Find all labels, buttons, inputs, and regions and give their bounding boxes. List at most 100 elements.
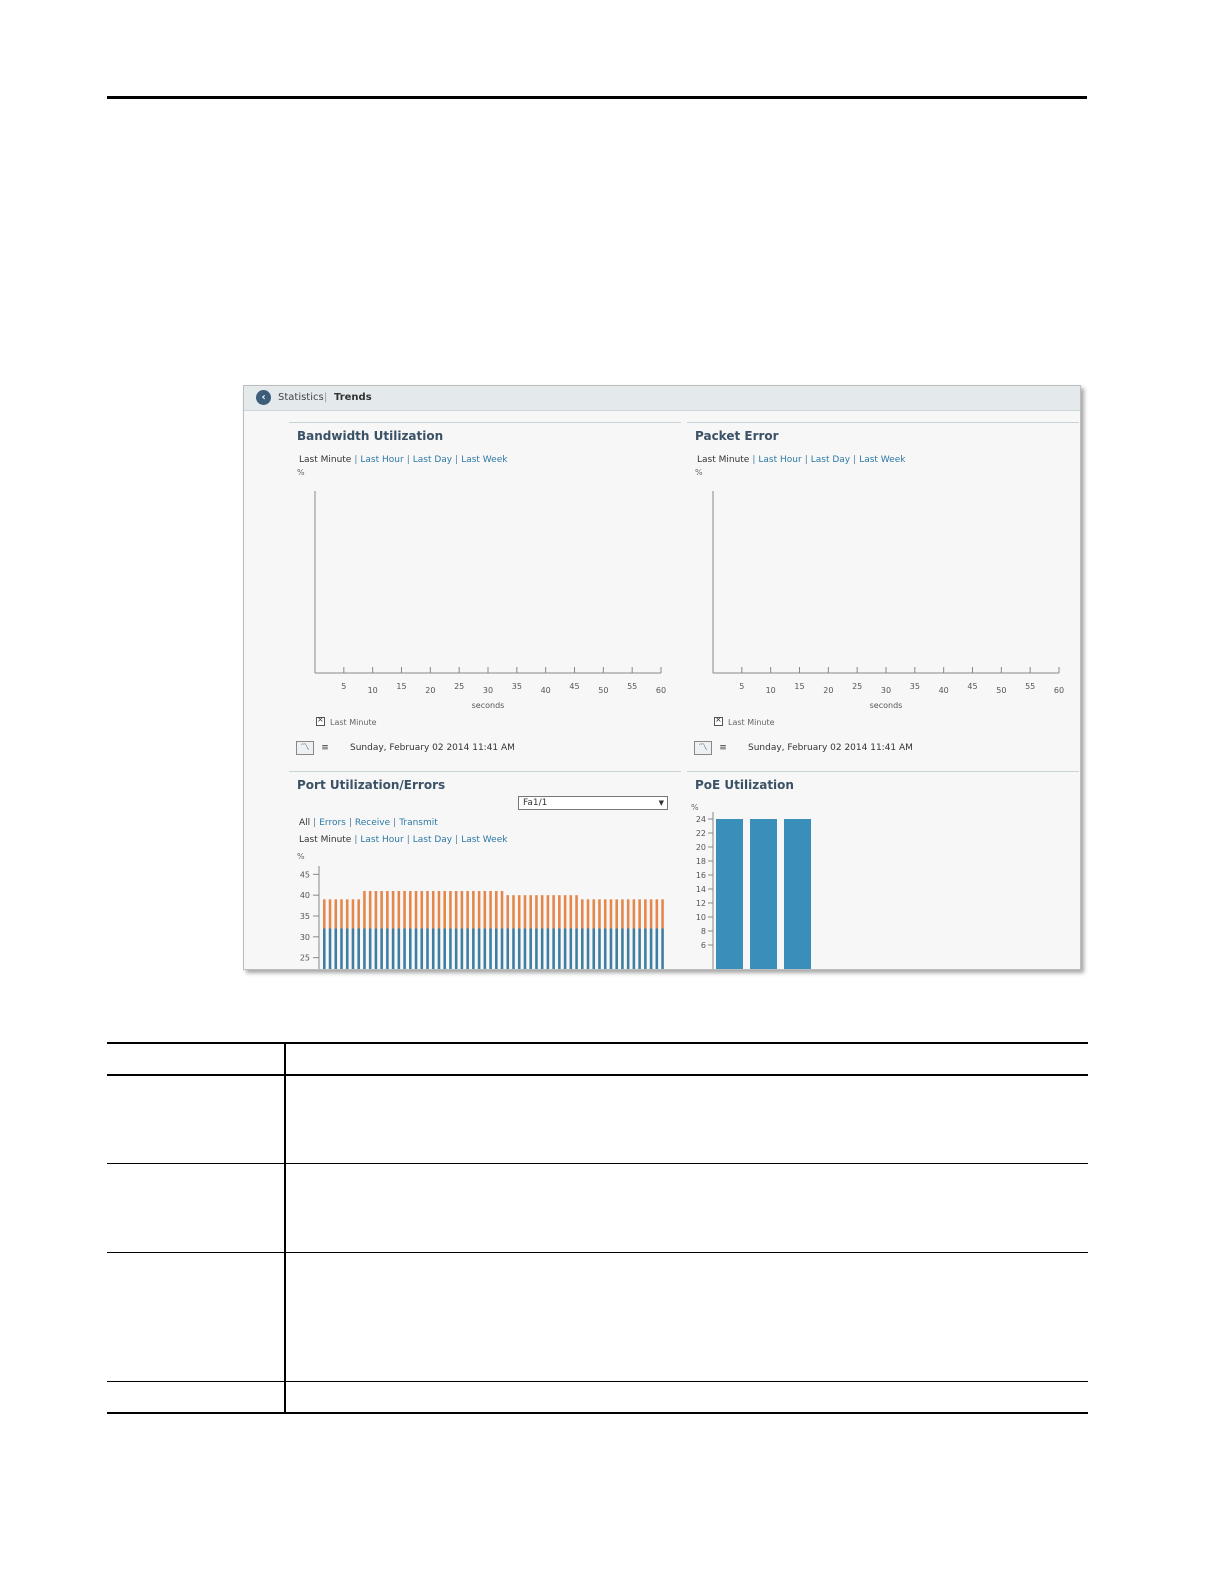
range-last-day[interactable]: Last Day — [413, 455, 452, 465]
timestamp: Sunday, February 02 2014 11:41 AM — [748, 743, 913, 753]
bar-top — [437, 891, 441, 929]
x-tick-label: 45 — [967, 682, 977, 691]
range-last-minute[interactable]: Last Minute — [299, 455, 351, 465]
bar-top — [323, 899, 326, 929]
bar-top — [345, 899, 349, 929]
bandwidth-chart: 5 10 15 20 25 30 35 40 45 50 55 60 seconds — [314, 491, 666, 710]
bar-base — [529, 928, 532, 969]
packet-error-chart: 5 10 15 20 25 30 35 40 45 50 55 60 seconds — [712, 491, 1064, 710]
bar-top — [409, 891, 412, 929]
bar-base — [483, 928, 487, 969]
list-view-icon[interactable]: ≡ — [316, 741, 334, 755]
y-tick-label: 16 — [696, 871, 706, 880]
bar-top — [598, 899, 601, 929]
bar-top — [460, 891, 464, 929]
y-tick-label: 30 — [300, 933, 310, 942]
table-bottom-rule — [107, 1412, 1088, 1414]
range-last-hour[interactable]: Last Hour — [360, 835, 403, 845]
bar-top — [357, 899, 360, 929]
bar-base — [575, 928, 578, 969]
bar-base — [368, 928, 372, 969]
x-tick-label: 25 — [852, 682, 862, 691]
panel-title: Bandwidth Utilization — [297, 429, 444, 443]
breadcrumb: ‹ Statistics | Trends — [244, 386, 1080, 411]
bar-top — [603, 899, 607, 929]
bar-base — [363, 928, 366, 969]
x-axis-label: seconds — [472, 701, 505, 710]
bar-top — [431, 891, 435, 929]
x-axis-label: seconds — [870, 701, 903, 710]
bar-base — [477, 928, 481, 969]
line-chart-icon[interactable]: 〽 — [296, 741, 314, 755]
legend-checkbox-icon[interactable] — [316, 715, 325, 726]
range-last-week[interactable]: Last Week — [859, 455, 905, 465]
bar-top — [368, 891, 372, 929]
breadcrumb-statistics[interactable]: Statistics — [278, 386, 324, 410]
bar-base — [460, 928, 464, 969]
y-tick-label: 6 — [701, 941, 706, 950]
chart-legend[interactable]: Last Minute — [316, 715, 377, 727]
bar-base — [569, 928, 573, 969]
bar-base — [523, 928, 527, 969]
port-select[interactable]: Fa1/1 ▼ — [518, 796, 668, 810]
bar-base — [517, 928, 521, 969]
bar-top — [466, 891, 469, 929]
chart-legend[interactable]: Last Minute — [714, 715, 775, 727]
dropdown-arrow-icon: ▼ — [658, 799, 664, 807]
bar-top — [552, 895, 555, 929]
y-tick-label: 45 — [300, 870, 310, 879]
filter-receive[interactable]: Receive — [355, 818, 390, 828]
x-tick-label: 50 — [598, 686, 608, 695]
bar-base — [495, 928, 498, 969]
x-tick-label: 45 — [569, 682, 579, 691]
legend-checkbox-icon[interactable] — [714, 715, 723, 726]
y-tick-label: 35 — [300, 912, 310, 921]
time-range-links: Last Minute | Last Hour | Last Day | Last Week — [299, 455, 508, 465]
range-last-day[interactable]: Last Day — [413, 835, 452, 845]
filter-all[interactable]: All — [299, 818, 310, 828]
bar-top — [489, 891, 492, 929]
bar-top — [454, 891, 458, 929]
table-column-divider — [284, 1042, 286, 1412]
legend-label: Last Minute — [330, 718, 377, 727]
bar-base — [489, 928, 492, 969]
bar-base — [426, 928, 429, 969]
bar-top — [386, 891, 389, 929]
range-last-minute[interactable]: Last Minute — [697, 455, 749, 465]
filter-transmit[interactable]: Transmit — [399, 818, 438, 828]
y-tick-label: 25 — [300, 954, 310, 963]
x-tick-label: 15 — [396, 682, 406, 691]
range-last-hour[interactable]: Last Hour — [360, 455, 403, 465]
line-chart-icon[interactable]: 〽 — [694, 741, 712, 755]
range-last-week[interactable]: Last Week — [461, 455, 507, 465]
bar-top — [506, 895, 510, 929]
bar-base — [420, 928, 424, 969]
bar-top — [621, 899, 624, 929]
bar-top — [420, 891, 424, 929]
bar-top — [655, 899, 659, 929]
bar-base — [609, 928, 613, 969]
bar-base — [454, 928, 458, 969]
bar-top — [351, 899, 355, 929]
chevron-left-icon[interactable]: ‹ — [256, 390, 271, 405]
y-tick-label: 14 — [696, 885, 706, 894]
range-last-week[interactable]: Last Week — [461, 835, 507, 845]
bar-base — [546, 928, 550, 969]
filter-errors[interactable]: Errors — [319, 818, 346, 828]
y-tick-label: 8 — [701, 927, 706, 936]
x-tick-label: 25 — [454, 682, 464, 691]
bar-top — [638, 899, 641, 929]
bar-base — [351, 928, 355, 969]
range-last-hour[interactable]: Last Hour — [758, 455, 801, 465]
bar-top — [380, 891, 383, 929]
range-last-minute[interactable]: Last Minute — [299, 835, 351, 845]
bar-top — [374, 891, 378, 929]
bar-base — [357, 928, 360, 969]
list-view-icon[interactable]: ≡ — [714, 741, 732, 755]
bar-base — [644, 928, 647, 969]
range-last-day[interactable]: Last Day — [811, 455, 850, 465]
panel-title: Port Utilization/Errors — [297, 778, 446, 792]
bar-base — [649, 928, 653, 969]
bar-top — [426, 891, 429, 929]
trends-screenshot: ‹ Statistics | Trends Bandwidth Utilizat… — [243, 385, 1081, 970]
